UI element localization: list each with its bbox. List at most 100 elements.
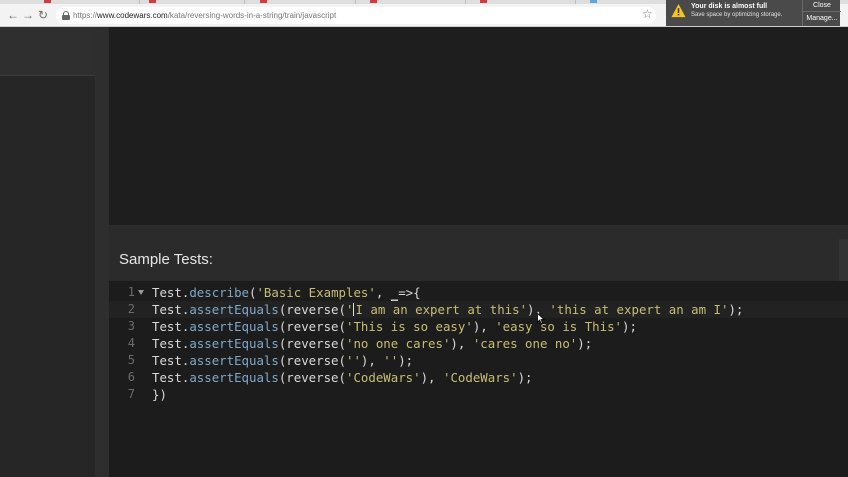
code-token: ),	[420, 370, 443, 385]
codewars-favicon-icon	[260, 0, 267, 3]
code-token: })	[152, 387, 167, 402]
url-host: www.codewars.com	[97, 11, 168, 20]
code-function: assertEquals	[189, 336, 279, 351]
code-string: ''	[383, 353, 399, 368]
notification-subtitle: Save space by optimizing storage.	[691, 12, 783, 18]
code-function: assertEquals	[189, 319, 279, 334]
code-string: 'no one cares'	[345, 336, 451, 351]
code-string: '	[345, 302, 354, 317]
line-number: 7	[127, 387, 135, 401]
notification-close-button[interactable]: Close	[803, 0, 841, 12]
code-text: Test.assertEquals(reverse('This is so ea…	[152, 318, 637, 335]
forward-button[interactable]: →	[21, 8, 35, 22]
sample-tests-editor[interactable]: 1 Test.describe('Basic Examples', _=>{ 2 Te…	[109, 281, 848, 477]
code-text: Test.assertEquals(reverse('no one cares'…	[152, 335, 592, 352]
header-scrollbar[interactable]	[839, 239, 848, 281]
arrow-left-icon: ←	[7, 8, 19, 22]
line-number: 5	[127, 353, 135, 367]
codewars-favicon-icon	[149, 0, 156, 3]
code-line[interactable]: 6 Test.assertEquals(reverse('CodeWars'), …	[109, 369, 848, 386]
notification-manage-button[interactable]: Manage...	[803, 13, 841, 25]
code-line[interactable]: 4 Test.assertEquals(reverse('no one cares…	[109, 335, 848, 352]
line-number: 1	[127, 285, 135, 299]
code-line[interactable]: 7})	[109, 386, 848, 403]
code-token: );	[517, 370, 533, 385]
code-string: 'easy so is This'	[495, 319, 623, 334]
code-token: Test.	[152, 370, 190, 385]
url-path: /kata/reversing-words-in-a-string/train/…	[167, 11, 337, 20]
left-panel-body	[0, 76, 95, 477]
code-text: Test.assertEquals(reverse(' I am an exper…	[152, 301, 743, 318]
code-string: 'CodeWars'	[442, 370, 518, 385]
line-number: 4	[127, 336, 135, 350]
code-string: ''	[345, 353, 361, 368]
code-line[interactable]: 2 Test.assertEquals(reverse(' I am an expe…	[109, 301, 848, 318]
sample-tests-header: Sample Tests:	[109, 239, 848, 281]
code-token: =>{	[398, 285, 421, 300]
code-token: ),	[360, 353, 384, 368]
code-token: );	[622, 319, 637, 334]
url-field[interactable]: https://www.codewars.com/kata/reversing-…	[56, 7, 656, 24]
code-token: Test.	[152, 302, 190, 317]
code-token: ,	[375, 285, 391, 300]
code-token: Test.	[152, 353, 190, 368]
code-line[interactable]: 1 Test.describe('Basic Examples', _=>{	[109, 284, 848, 301]
code-line[interactable]: 5 Test.assertEquals(reverse(''), '');	[109, 352, 848, 369]
code-token: (reverse(	[278, 319, 346, 334]
line-number: 6	[127, 370, 135, 384]
code-string: 'This is so easy'	[345, 319, 473, 334]
fold-arrow-icon[interactable]	[138, 290, 144, 295]
code-token: );	[577, 336, 593, 351]
code-token: );	[398, 353, 414, 368]
sample-tests-heading: Sample Tests:	[119, 251, 213, 268]
code-token: (reverse(	[278, 302, 346, 317]
code-function: describe	[189, 285, 249, 300]
codewars-favicon-icon	[480, 0, 487, 3]
warning-icon	[671, 3, 686, 18]
disk-full-notification[interactable]: Your disk is almost full Save space by o…	[666, 0, 810, 26]
codewars-favicon-icon	[370, 0, 377, 3]
left-panel	[0, 27, 95, 477]
code-token: Test.	[152, 336, 190, 351]
code-token: Test.	[152, 319, 190, 334]
code-text: })	[152, 386, 167, 403]
reload-icon: ↻	[37, 8, 49, 22]
left-panel-header	[0, 27, 95, 76]
code-token: (reverse(	[278, 353, 346, 368]
code-text: Test.assertEquals(reverse(''), '');	[152, 352, 413, 369]
code-function: assertEquals	[189, 302, 279, 317]
codewars-favicon-icon	[44, 0, 51, 3]
back-button[interactable]: ←	[6, 8, 20, 22]
code-string: 'this at expert an am I'	[549, 302, 729, 317]
lock-icon	[62, 11, 70, 20]
code-token: (reverse(	[278, 336, 346, 351]
code-string: 'CodeWars'	[345, 370, 421, 385]
code-token: ),	[450, 336, 473, 351]
url-prefix: https://	[73, 11, 98, 20]
code-text: Test.assertEquals(reverse('CodeWars'), '…	[152, 369, 533, 386]
kata-train-page: Sample Tests: 1 Test.describe('Basic Exam…	[0, 27, 848, 477]
line-number: 2	[127, 302, 135, 316]
editor-divider[interactable]	[109, 225, 848, 239]
code-text: Test.describe('Basic Examples', _=>{	[152, 284, 421, 301]
url-text: https://www.codewars.com/kata/reversing-…	[73, 9, 336, 22]
solution-editor-area[interactable]	[109, 27, 848, 225]
arrow-right-icon: →	[22, 8, 34, 22]
code-token: Test.	[152, 285, 190, 300]
code-string: I am an expert at this'	[355, 302, 528, 317]
favicon-icon	[590, 0, 597, 3]
reload-button[interactable]: ↻	[36, 8, 50, 22]
bookmark-star-icon[interactable]: ☆	[642, 7, 653, 21]
code-line[interactable]: 3 Test.assertEquals(reverse('This is so e…	[109, 318, 848, 335]
line-number: 3	[127, 319, 135, 333]
code-token: (reverse(	[278, 370, 346, 385]
code-function: assertEquals	[189, 370, 279, 385]
notification-title: Your disk is almost full	[691, 3, 768, 10]
code-string: 'cares one no'	[472, 336, 578, 351]
code-string: 'Basic Examples'	[256, 285, 376, 300]
code-token: );	[728, 302, 744, 317]
notification-actions: Close Manage...	[802, 0, 841, 26]
code-token: ),	[472, 319, 496, 334]
mouse-pointer-icon	[537, 313, 545, 324]
panel-resize-handle[interactable]	[95, 27, 109, 477]
